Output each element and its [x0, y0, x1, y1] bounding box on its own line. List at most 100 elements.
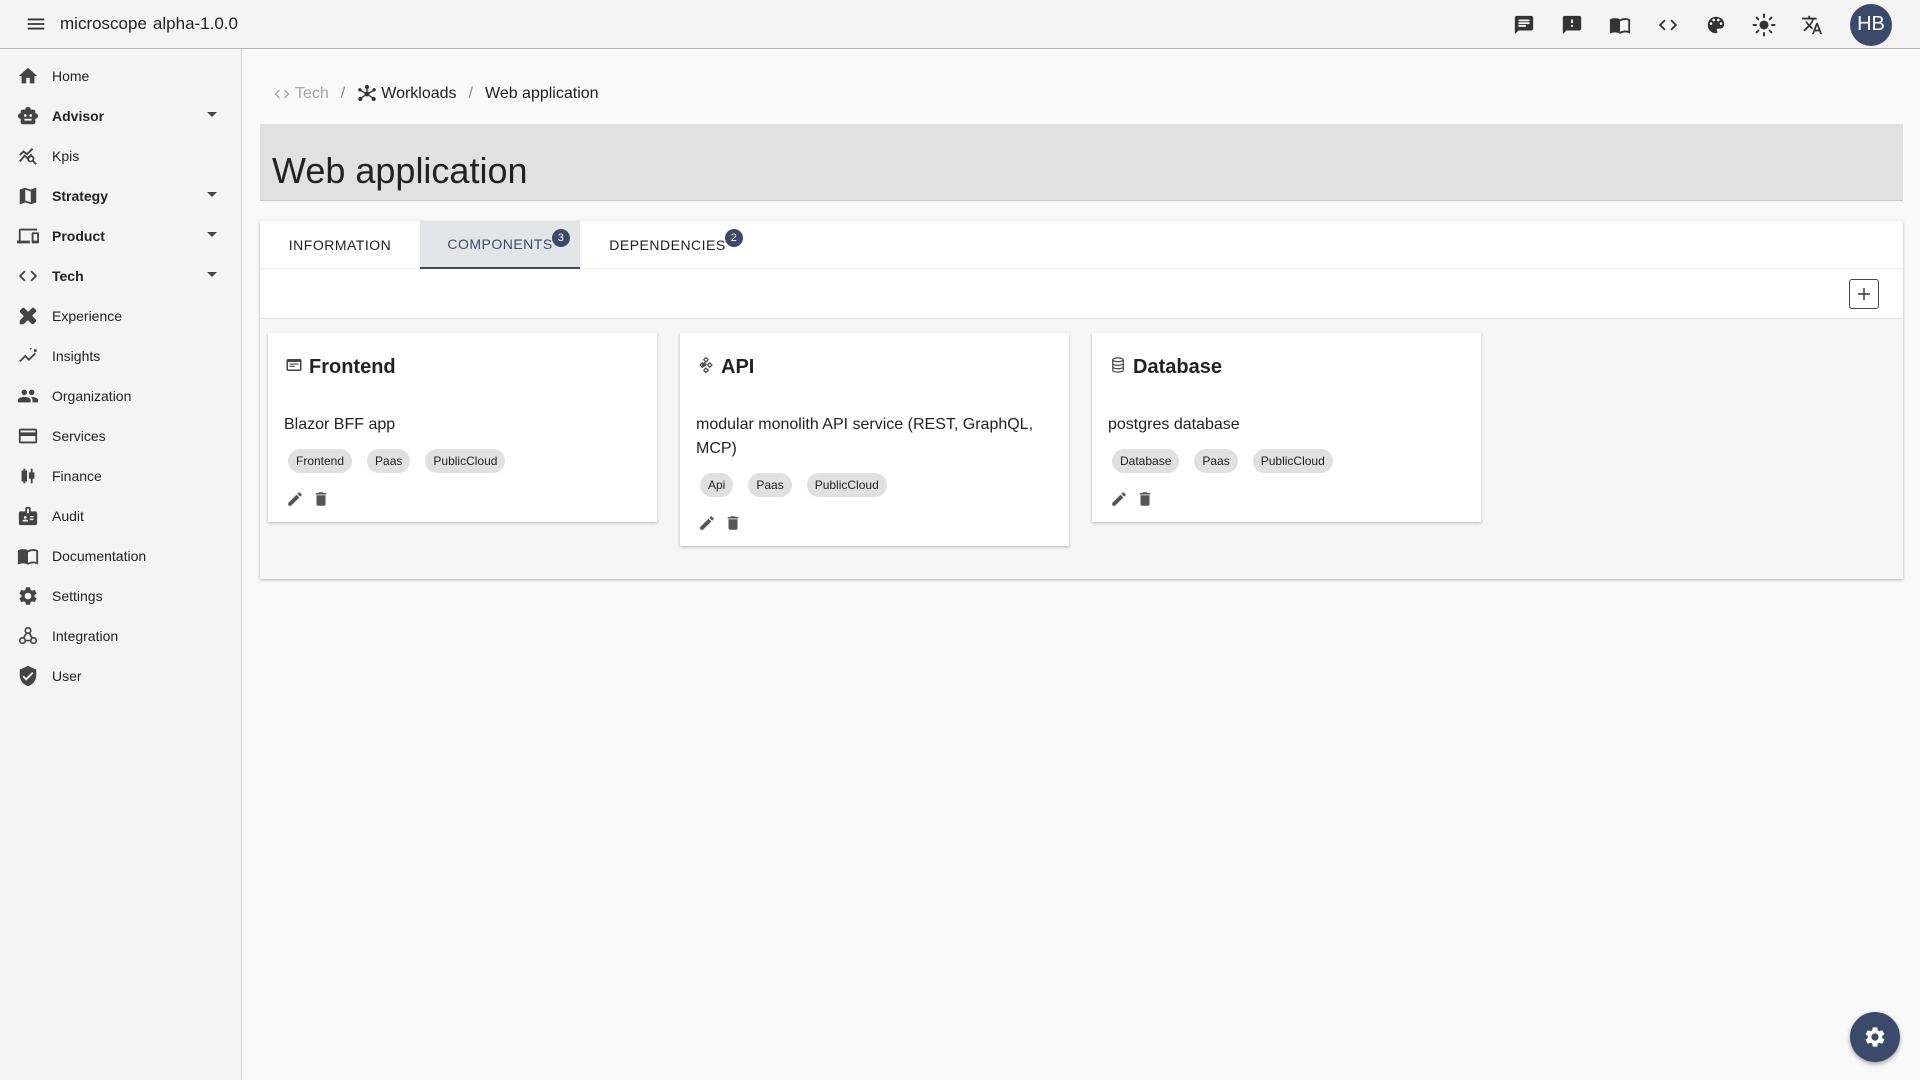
- sidebar-item-documentation[interactable]: Documentation: [0, 536, 241, 576]
- count-badge: 2: [725, 229, 743, 247]
- devices-icon: [16, 224, 40, 248]
- sidebar-item-label: Services: [52, 428, 106, 444]
- workloads-icon: [357, 84, 377, 104]
- sidebar-item-label: Integration: [52, 628, 119, 644]
- home-icon: [16, 64, 40, 88]
- query-stats-icon: [16, 144, 40, 168]
- tag-list: Api Paas PublicCloud: [680, 461, 1069, 497]
- sidebar-item-insights[interactable]: Insights: [0, 336, 241, 376]
- web-window-icon: [285, 356, 303, 374]
- feedback-icon[interactable]: [1548, 1, 1596, 49]
- breadcrumb-current: Web application: [485, 85, 599, 102]
- sidebar-item-home[interactable]: Home: [0, 56, 241, 96]
- chevron-down-icon[interactable]: [207, 232, 217, 237]
- translate-icon[interactable]: [1788, 1, 1836, 49]
- sidebar-item-label: Product: [52, 228, 105, 244]
- app-bar: microscope alpha-1.0.0 HB: [0, 0, 1920, 49]
- audit-icon: [16, 504, 40, 528]
- component-card-frontend: Frontend Blazor BFF app Frontend Paas Pu…: [268, 333, 657, 522]
- docs-book-icon[interactable]: [1596, 1, 1644, 49]
- delete-icon[interactable]: [1132, 486, 1158, 512]
- sidebar-item-label: Settings: [52, 588, 103, 604]
- tag-chip: PublicCloud: [425, 449, 506, 473]
- card-title: Database: [1133, 355, 1222, 378]
- sidebar-item-strategy[interactable]: Strategy: [0, 176, 241, 216]
- sidebar-item-tech[interactable]: Tech: [0, 256, 241, 296]
- tab-information[interactable]: INFORMATION: [260, 221, 420, 269]
- tab-dependencies[interactable]: DEPENDENCIES 2: [580, 221, 755, 269]
- sidebar-item-finance[interactable]: Finance: [0, 456, 241, 496]
- sidebar-item-label: Kpis: [52, 148, 80, 164]
- tag-chip: Paas: [748, 473, 792, 497]
- tag-chip: PublicCloud: [1252, 449, 1333, 473]
- sidebar: Home Advisor Kpis Strategy Product Tech …: [0, 49, 242, 1080]
- sidebar-item-label: Tech: [52, 268, 84, 284]
- plus-icon: [1858, 288, 1870, 300]
- sidebar-item-experience[interactable]: Experience: [0, 296, 241, 336]
- breadcrumb-separator: /: [340, 85, 346, 102]
- add-component-button[interactable]: [1849, 279, 1879, 309]
- chevron-down-icon[interactable]: [207, 192, 217, 197]
- page-title-bar: Web application: [260, 124, 1903, 201]
- sidebar-item-label: Insights: [52, 348, 101, 364]
- app-title: microscope alpha-1.0.0: [60, 14, 238, 34]
- people-icon: [16, 384, 40, 408]
- book-icon: [16, 544, 40, 568]
- palette-icon[interactable]: [1692, 1, 1740, 49]
- menu-icon[interactable]: [18, 6, 54, 42]
- candlestick-icon: [16, 464, 40, 488]
- gear-icon: [16, 584, 40, 608]
- avatar[interactable]: HB: [1850, 3, 1892, 46]
- sidebar-item-label: User: [52, 668, 82, 684]
- tab-label: DEPENDENCIES: [609, 237, 726, 253]
- card-icon: [16, 424, 40, 448]
- breadcrumb-workloads[interactable]: Workloads: [357, 84, 457, 104]
- code-icon[interactable]: [1644, 1, 1692, 49]
- card-actions: [1092, 473, 1481, 522]
- chevron-down-icon[interactable]: [207, 272, 217, 277]
- tag-list: Frontend Paas PublicCloud: [268, 437, 657, 473]
- brightness-icon[interactable]: [1740, 1, 1788, 49]
- sidebar-item-label: Advisor: [52, 108, 105, 124]
- sidebar-item-settings[interactable]: Settings: [0, 576, 241, 616]
- sidebar-item-integration[interactable]: Integration: [0, 616, 241, 656]
- design-icon: [16, 304, 40, 328]
- sidebar-item-services[interactable]: Services: [0, 416, 241, 456]
- breadcrumb: Tech / Workloads / Web application: [273, 84, 599, 104]
- sidebar-item-label: Experience: [52, 308, 123, 324]
- chat-icon[interactable]: [1500, 1, 1548, 49]
- tag-list: Database Paas PublicCloud: [1092, 437, 1481, 473]
- robot-icon: [16, 104, 40, 128]
- card-description: modular monolith API service (REST, Grap…: [696, 416, 1034, 457]
- delete-icon[interactable]: [720, 510, 746, 536]
- sidebar-item-audit[interactable]: Audit: [0, 496, 241, 536]
- sidebar-item-user[interactable]: User: [0, 656, 241, 696]
- sidebar-item-product[interactable]: Product: [0, 216, 241, 256]
- settings-fab-button[interactable]: [1850, 1012, 1900, 1062]
- sidebar-item-label: Finance: [52, 468, 102, 484]
- sidebar-item-advisor[interactable]: Advisor: [0, 96, 241, 136]
- sidebar-item-kpis[interactable]: Kpis: [0, 136, 241, 176]
- tag-chip: PublicCloud: [806, 473, 887, 497]
- appbar-actions: HB: [1500, 0, 1892, 49]
- tab-components[interactable]: COMPONENTS 3: [420, 221, 580, 269]
- edit-icon[interactable]: [1106, 486, 1132, 512]
- sidebar-item-organization[interactable]: Organization: [0, 376, 241, 416]
- card-header: Database: [1092, 333, 1481, 401]
- card-description: postgres database: [1108, 416, 1240, 433]
- card-title: Frontend: [309, 355, 396, 378]
- edit-icon[interactable]: [282, 486, 308, 512]
- tag-chip: Paas: [367, 449, 411, 473]
- breadcrumb-tech-label: Tech: [295, 85, 329, 102]
- map-icon: [16, 184, 40, 208]
- card-title: API: [721, 355, 755, 378]
- components-toolbar: [260, 269, 1903, 319]
- component-card-database: Database postgres database Database Paas…: [1092, 333, 1481, 522]
- delete-icon[interactable]: [308, 486, 334, 512]
- tab-bar: INFORMATION COMPONENTS 3 DEPENDENCIES 2: [260, 221, 1903, 269]
- edit-icon[interactable]: [694, 510, 720, 536]
- shield-icon: [16, 664, 40, 688]
- webhook-icon: [16, 624, 40, 648]
- tag-chip: Api: [700, 473, 734, 497]
- chevron-down-icon[interactable]: [207, 112, 217, 117]
